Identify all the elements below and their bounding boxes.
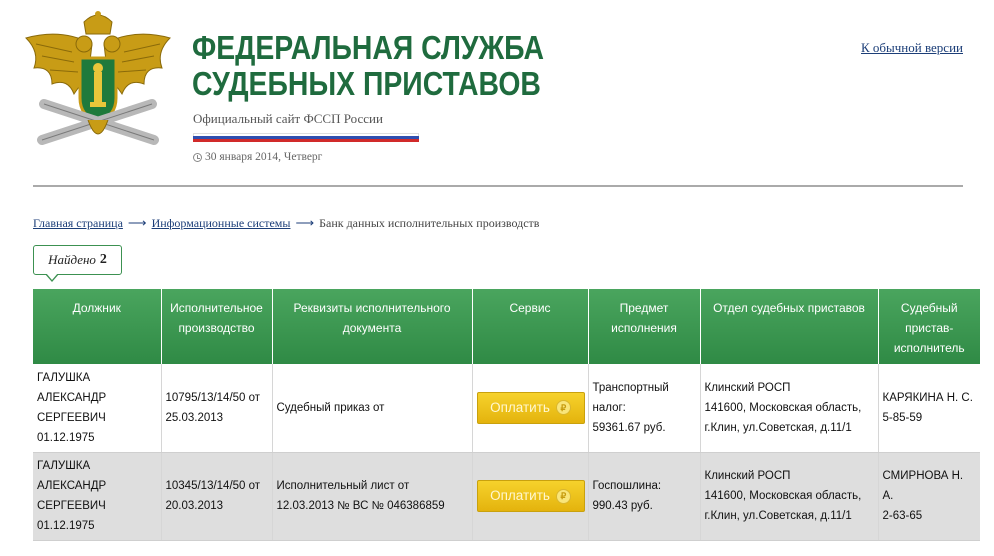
- column-header-subject: Предмет исполнения: [588, 289, 701, 364]
- debtor-cell: ГАЛУШКА АЛЕКСАНДР СЕРГЕЕВИЧ 01.12.1975: [33, 364, 162, 453]
- service-cell: Оплатить ₽: [472, 364, 589, 453]
- debtor-birthdate: 01.12.1975: [37, 431, 95, 444]
- table-row: ГАЛУШКА АЛЕКСАНДР СЕРГЕЕВИЧ 01.12.1975 1…: [33, 452, 980, 541]
- results-table: Должник Исполнительное производство Рекв…: [33, 289, 980, 541]
- column-header-bailiff: Судебный пристав-исполнитель: [878, 289, 980, 364]
- document-cell: Исполнительный лист от 12.03.2013 № ВС №…: [272, 452, 473, 541]
- bailiff-cell: КАРЯКИНА Н. С. 5-85-59: [878, 364, 980, 453]
- subject-cell: Транспортный налог: 59361.67 руб.: [588, 364, 701, 453]
- department-cell: Клинский РОСП 141600, Московская область…: [700, 364, 879, 453]
- found-count: 2: [99, 252, 107, 267]
- table-header-row: Должник Исполнительное производство Рекв…: [33, 289, 980, 364]
- proceeding-cell: 10345/13/14/50 от 20.03.2013: [161, 452, 273, 541]
- pay-button[interactable]: Оплатить ₽: [476, 391, 585, 424]
- site-title-line-2: СУДЕБНЫХ ПРИСТАВОВ: [192, 65, 541, 102]
- breadcrumb-current: Банк данных исполнительных производств: [319, 215, 540, 230]
- subject-cell: Госпошлина: 990.43 руб.: [588, 452, 701, 541]
- department-name: Клинский РОСП: [704, 381, 791, 394]
- department-name: Клинский РОСП: [704, 470, 791, 482]
- breadcrumb: Главная страница ⟶ Информационные систем…: [33, 215, 539, 231]
- subject-amount: 990.43 руб.: [592, 500, 653, 512]
- pay-button[interactable]: Оплатить ₽: [476, 480, 585, 512]
- column-header-proceeding: Исполнительное производство: [161, 289, 273, 364]
- bailiff-name: СМИРНОВА Н. А.: [882, 470, 964, 502]
- proceeding-cell: 10795/13/14/50 от 25.03.2013: [161, 364, 273, 453]
- debtor-cell: ГАЛУШКА АЛЕКСАНДР СЕРГЕЕВИЧ 01.12.1975: [33, 452, 162, 541]
- column-header-service: Сервис: [472, 289, 589, 364]
- russian-flag-stripe: [193, 133, 419, 142]
- ruble-icon: ₽: [555, 488, 571, 504]
- column-header-debtor: Должник: [33, 289, 162, 364]
- breadcrumb-arrow-icon: ⟶: [295, 215, 315, 230]
- debtor-name: ГАЛУШКА АЛЕКСАНДР СЕРГЕЕВИЧ: [37, 460, 107, 512]
- site-subtitle: Официальный сайт ФССП России: [193, 111, 383, 126]
- found-count-badge: Найдено 2: [33, 245, 122, 275]
- subject-type: Транспортный налог:: [592, 381, 669, 414]
- debtor-name: ГАЛУШКА АЛЕКСАНДР СЕРГЕЕВИЧ: [37, 371, 107, 424]
- site-title-line-1: ФЕДЕРАЛЬНАЯ СЛУЖБА: [192, 29, 544, 66]
- ruble-icon: ₽: [555, 400, 571, 416]
- table-row: ГАЛУШКА АЛЕКСАНДР СЕРГЕЕВИЧ 01.12.1975 1…: [33, 364, 980, 453]
- department-cell: Клинский РОСП 141600, Московская область…: [700, 452, 879, 541]
- subject-type: Госпошлина:: [592, 480, 662, 492]
- debtor-birthdate: 01.12.1975: [37, 520, 95, 532]
- bailiff-name: КАРЯКИНА Н. С.: [882, 391, 973, 404]
- pay-button-label: Оплатить: [490, 488, 550, 503]
- site-title: ФЕДЕРАЛЬНАЯ СЛУЖБА СУДЕБНЫХ ПРИСТАВОВ: [192, 30, 544, 102]
- regular-version-link[interactable]: К обычной версии: [861, 40, 963, 56]
- document-cell: Судебный приказ от: [272, 364, 473, 453]
- subject-amount: 59361.67 руб.: [592, 421, 666, 434]
- bailiff-phone: 5-85-59: [882, 411, 923, 424]
- department-address: 141600, Московская область, г.Клин, ул.С…: [704, 490, 862, 522]
- pay-button-label: Оплатить: [490, 399, 550, 415]
- breadcrumb-systems-link[interactable]: Информационные системы: [152, 216, 291, 231]
- breadcrumb-home-link[interactable]: Главная страница: [33, 216, 123, 231]
- column-header-department: Отдел судебных приставов: [700, 289, 879, 364]
- clock-icon: [193, 152, 202, 162]
- current-date-text: 30 января 2014, Четверг: [205, 151, 323, 163]
- header-divider: [33, 185, 963, 187]
- breadcrumb-arrow-icon: ⟶: [127, 215, 147, 230]
- department-address: 141600, Московская область, г.Клин, ул.С…: [704, 401, 862, 434]
- bailiff-cell: СМИРНОВА Н. А. 2-63-65: [878, 452, 980, 541]
- column-header-document: Реквизиты исполнительного документа: [272, 289, 473, 364]
- bailiff-phone: 2-63-65: [882, 510, 923, 522]
- current-date: 30 января 2014, Четверг: [193, 151, 322, 163]
- fssp-emblem-icon: [25, 11, 171, 145]
- found-label: Найдено: [48, 252, 96, 267]
- service-cell: Оплатить ₽: [472, 452, 589, 541]
- badge-pointer-inner: [46, 273, 58, 280]
